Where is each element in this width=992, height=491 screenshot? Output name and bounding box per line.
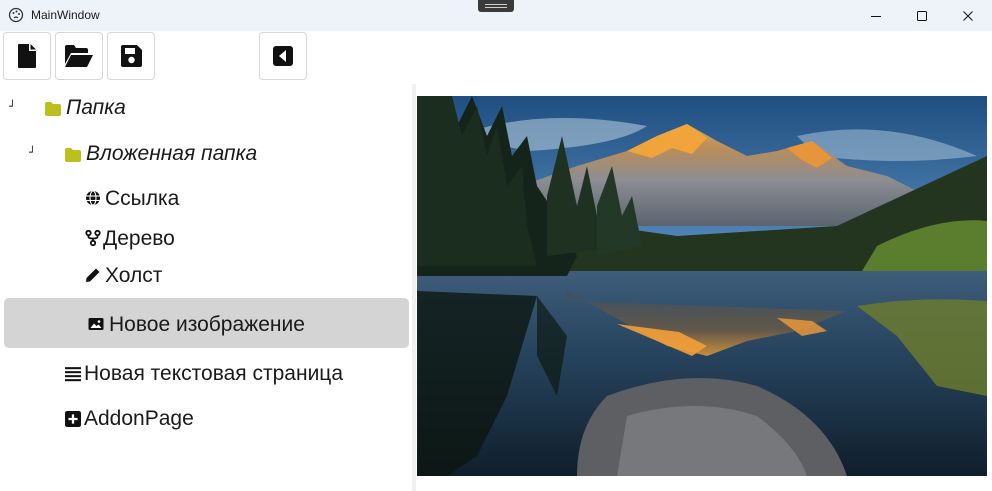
pencil-icon [86, 268, 100, 282]
title-bar[interactable]: MainWindow [0, 0, 992, 31]
minimize-icon [871, 15, 881, 17]
tree-item-label: Новое изображение [109, 313, 305, 336]
tree-item-label: Дерево [103, 227, 175, 250]
image-icon [88, 318, 104, 330]
maximize-icon [917, 10, 927, 21]
drag-grip[interactable] [478, 0, 514, 12]
tree-item-label: Ссылка [105, 187, 180, 210]
new-file-button[interactable] [3, 32, 51, 80]
tree-item-link[interactable]: Ссылка [0, 180, 413, 216]
tree-item-label: Новая текстовая страница [84, 362, 344, 385]
tree-item-tree[interactable]: Дерево [0, 220, 413, 256]
caret-left-icon [273, 46, 293, 66]
folder-open-icon [65, 45, 93, 67]
expander-icon[interactable]: ┘ [29, 146, 36, 159]
app-palette-icon [8, 7, 24, 23]
tree-item-canvas[interactable]: Холст [0, 257, 413, 293]
folder-icon [45, 102, 61, 116]
minimize-button[interactable] [853, 0, 899, 31]
tree-item-new-image[interactable]: Новое изображение [0, 306, 413, 342]
globe-icon [86, 190, 100, 206]
folder-icon [65, 148, 81, 162]
save-button[interactable] [107, 32, 155, 80]
tree-item-new-text-page[interactable]: Новая текстовая страница [0, 355, 413, 391]
new-file-icon [18, 44, 36, 68]
plus-square-icon [65, 411, 81, 427]
expander-icon[interactable]: ┘ [9, 100, 16, 113]
tree-item-label: Папка [66, 96, 126, 119]
branch-icon [85, 230, 101, 246]
open-folder-button[interactable] [55, 32, 103, 80]
tree-item-folder[interactable]: ┘ Папка [0, 89, 413, 125]
window-title: MainWindow [31, 8, 100, 22]
list-icon [65, 367, 81, 382]
tree-item-label: Холст [105, 264, 163, 287]
save-icon [121, 45, 142, 67]
tree-item-label: Вложенная папка [86, 142, 258, 165]
pane-splitter[interactable] [412, 84, 416, 491]
page-tree[interactable]: ┘ Папка ┘ Вложенная папка Ссылка Дерево [0, 84, 413, 491]
image-preview [417, 96, 987, 476]
tree-item-addon-page[interactable]: AddonPage [0, 400, 413, 436]
tree-item-nested-folder[interactable]: ┘ Вложенная папка [0, 135, 413, 171]
close-icon [963, 10, 973, 21]
tree-item-label: AddonPage [84, 407, 194, 430]
back-button[interactable] [259, 32, 307, 80]
close-button[interactable] [945, 0, 991, 31]
maximize-button[interactable] [899, 0, 945, 31]
landscape-photo [417, 96, 987, 476]
